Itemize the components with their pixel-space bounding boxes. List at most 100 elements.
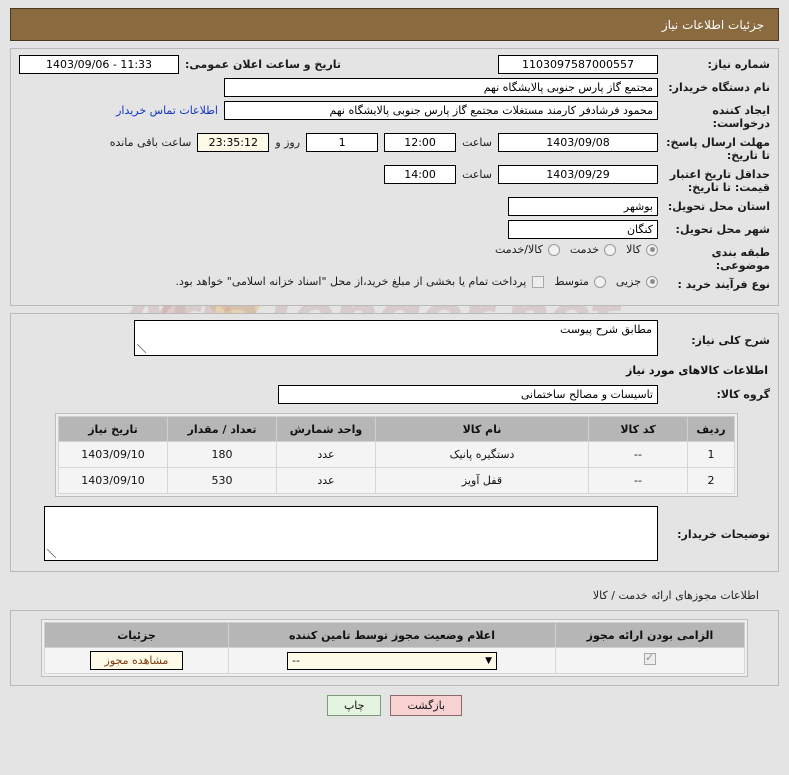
permits-col-status: اعلام وضعیت مجوز توسط تامین کننده bbox=[228, 622, 556, 648]
buyer-contact-link[interactable]: اطلاعات تماس خریدار bbox=[116, 104, 218, 117]
goods-table-wrapper: ردیف کد کالا نام کالا واحد شمارش تعداد /… bbox=[55, 413, 738, 497]
view-permit-button[interactable]: مشاهده مجوز bbox=[89, 651, 184, 670]
goods-cell-code: -- bbox=[588, 467, 688, 494]
permits-heading: اطلاعات مجوزهای ارائه خدمت / کالا bbox=[592, 589, 759, 602]
city-input[interactable]: کنگان bbox=[508, 220, 658, 239]
goods-group-input[interactable]: تاسیسات و مصالح ساختمانی bbox=[278, 385, 658, 404]
goods-cell-date: 1403/09/10 bbox=[58, 467, 168, 494]
goods-cell-unit: عدد bbox=[276, 441, 376, 468]
treasury-note: پرداخت تمام یا بخشی از مبلغ خرید،از محل … bbox=[175, 275, 527, 288]
goods-cell-row: 2 bbox=[687, 467, 735, 494]
buyer-notes-label: توضیحات خریدار: bbox=[677, 528, 770, 541]
process-option-0-label: جزیی bbox=[615, 275, 641, 288]
goods-cell-qty: 180 bbox=[167, 441, 277, 468]
goods-table-header-row: ردیف کد کالا نام کالا واحد شمارش تعداد /… bbox=[58, 416, 735, 442]
goods-cell-row: 1 bbox=[687, 441, 735, 468]
permits-table: الزامی بودن ارائه مجوز اعلام وضعیت مجوز … bbox=[44, 622, 745, 674]
table-row: 2 -- قفل آویز عدد 530 1403/09/10 bbox=[58, 467, 735, 494]
permits-heading-wrap: اطلاعات مجوزهای ارائه خدمت / کالا bbox=[10, 579, 779, 608]
category-option-1[interactable]: خدمت bbox=[560, 243, 617, 256]
permit-required-checkbox bbox=[644, 651, 656, 665]
goods-col-unit: واحد شمارش bbox=[276, 416, 376, 442]
deadline-label: مهلت ارسال پاسخ: تا تاریخ: bbox=[666, 136, 770, 162]
goods-col-code: کد کالا bbox=[588, 416, 688, 442]
row-price-validity: حداقل تاریخ اعتبار قیمت: تا تاریخ: 1403/… bbox=[19, 165, 770, 194]
buyer-org-input[interactable]: مجتمع گاز پارس جنوبی پالایشگاه نهم bbox=[224, 78, 658, 97]
print-button[interactable]: چاپ bbox=[326, 695, 382, 716]
province-input[interactable]: بوشهر bbox=[508, 197, 658, 216]
province-label: استان محل تحویل: bbox=[667, 200, 770, 213]
process-option-1[interactable]: متوسط bbox=[544, 275, 606, 288]
deadline-date-input[interactable]: 1403/09/08 bbox=[498, 133, 658, 152]
category-option-0-label: کالا bbox=[626, 243, 641, 256]
back-button[interactable]: بازگشت bbox=[390, 695, 463, 716]
countdown-timer: 23:35:12 bbox=[197, 133, 270, 152]
row-subject-category: طبقه بندی موضوعی: کالا خدمت کالا/خدمت bbox=[19, 243, 770, 272]
price-valid-label: حداقل تاریخ اعتبار قیمت: تا تاریخ: bbox=[669, 168, 770, 194]
process-label: نوع فرآیند خرید : bbox=[677, 278, 770, 291]
footer-actions: بازگشت چاپ bbox=[0, 695, 789, 716]
category-option-2-label: کالا/خدمت bbox=[495, 243, 543, 256]
row-purchase-process: نوع فرآیند خرید : جزیی متوسط پرداخت تمام… bbox=[19, 275, 770, 295]
permits-col-required: الزامی بودن ارائه مجوز bbox=[555, 622, 745, 648]
process-option-1-label: متوسط bbox=[554, 275, 589, 288]
permits-table-wrapper: الزامی بودن ارائه مجوز اعلام وضعیت مجوز … bbox=[41, 619, 748, 677]
radio-icon[interactable] bbox=[646, 275, 658, 288]
goods-col-name: نام کالا bbox=[375, 416, 589, 442]
goods-cell-name: دستگیره پانیک bbox=[375, 441, 589, 468]
goods-cell-date: 1403/09/10 bbox=[58, 441, 168, 468]
deadline-time-input[interactable]: 12:00 bbox=[384, 133, 457, 152]
radio-icon[interactable] bbox=[604, 243, 617, 256]
category-option-2[interactable]: کالا/خدمت bbox=[485, 243, 560, 256]
chevron-down-icon: ▼ bbox=[485, 655, 492, 666]
row-response-deadline: مهلت ارسال پاسخ: تا تاریخ: 1403/09/08 سا… bbox=[19, 133, 770, 162]
requester-input[interactable]: محمود فرشادفر کارمند مستغلات مجتمع گاز پ… bbox=[224, 101, 658, 120]
radio-icon[interactable] bbox=[593, 275, 606, 288]
permit-status-value: -- bbox=[292, 653, 300, 667]
row-need-number: شماره نیاز: 1103097587000557 تاریخ و ساع… bbox=[19, 55, 770, 75]
permits-panel: الزامی بودن ارائه مجوز اعلام وضعیت مجوز … bbox=[10, 610, 779, 686]
table-row: ▼ -- مشاهده مجوز bbox=[44, 647, 745, 674]
public-announce-input[interactable]: 11:33 - 1403/09/06 bbox=[19, 55, 179, 74]
permits-table-header-row: الزامی بودن ارائه مجوز اعلام وضعیت مجوز … bbox=[44, 622, 745, 648]
treasury-checkbox[interactable] bbox=[532, 275, 545, 288]
public-announce-label: تاریخ و ساعت اعلان عمومی: bbox=[185, 58, 342, 71]
page-title: جزئیات اطلاعات نیاز bbox=[661, 17, 764, 32]
row-requester: ایجاد کننده درخواست: محمود فرشادفر کارمن… bbox=[19, 101, 770, 130]
process-option-0[interactable]: جزیی bbox=[606, 275, 658, 288]
category-label: طبقه بندی موضوعی: bbox=[711, 246, 770, 272]
row-province: استان محل تحویل: بوشهر bbox=[19, 197, 770, 217]
row-goods-group: گروه کالا: تاسیسات و مصالح ساختمانی bbox=[19, 385, 770, 405]
days-word-label: روز و bbox=[275, 136, 301, 149]
category-option-0[interactable]: کالا bbox=[616, 243, 658, 256]
goods-col-qty: تعداد / مقدار bbox=[167, 416, 277, 442]
price-valid-date-input[interactable]: 1403/09/29 bbox=[498, 165, 658, 184]
deadline-hour-label: ساعت bbox=[462, 136, 492, 149]
price-valid-hour-label: ساعت bbox=[462, 168, 492, 181]
need-desc-label: شرح کلی نیاز: bbox=[691, 334, 770, 347]
need-number-input[interactable]: 1103097587000557 bbox=[498, 55, 658, 74]
permits-cell-required bbox=[555, 647, 745, 674]
row-city: شهر محل تحویل: کنگان bbox=[19, 220, 770, 240]
need-number-label: شماره نیاز: bbox=[707, 58, 770, 71]
goods-panel: شرح کلی نیاز: مطابق شرح پیوست اطلاعات کا… bbox=[10, 313, 779, 572]
need-info-panel: شماره نیاز: 1103097587000557 تاریخ و ساع… bbox=[10, 48, 779, 306]
days-remaining-input: 1 bbox=[306, 133, 379, 152]
category-option-1-label: خدمت bbox=[569, 243, 600, 256]
page-header: جزئیات اطلاعات نیاز bbox=[10, 8, 779, 41]
goods-cell-unit: عدد bbox=[276, 467, 376, 494]
remaining-word-label: ساعت باقی مانده bbox=[109, 136, 192, 149]
price-valid-time-input[interactable]: 14:00 bbox=[384, 165, 457, 184]
goods-col-date: تاریخ نیاز bbox=[58, 416, 168, 442]
goods-group-label: گروه کالا: bbox=[716, 388, 770, 401]
radio-icon[interactable] bbox=[547, 243, 560, 256]
goods-table: ردیف کد کالا نام کالا واحد شمارش تعداد /… bbox=[58, 416, 735, 494]
permits-cell-details: مشاهده مجوز bbox=[44, 647, 229, 674]
goods-cell-code: -- bbox=[588, 441, 688, 468]
permit-status-select[interactable]: ▼ -- bbox=[287, 651, 497, 670]
radio-icon[interactable] bbox=[646, 243, 658, 256]
goods-section-heading: اطلاعات کالاهای مورد نیاز bbox=[626, 364, 768, 377]
requester-label: ایجاد کننده درخواست: bbox=[712, 104, 770, 130]
buyer-notes-textarea[interactable] bbox=[44, 506, 658, 561]
need-desc-textarea[interactable]: مطابق شرح پیوست bbox=[134, 320, 658, 356]
